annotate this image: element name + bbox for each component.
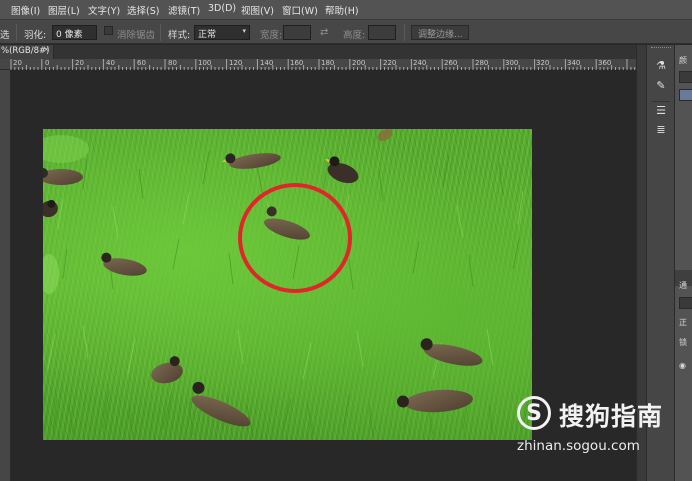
ruler-label: 320	[536, 59, 550, 67]
document-tab[interactable]: %(RGB/8#) ×	[0, 45, 54, 59]
style-label: 样式:	[168, 30, 191, 41]
chevron-down-icon: ▾	[242, 27, 246, 35]
width-input[interactable]	[283, 25, 311, 40]
width-label: 宽度:	[260, 30, 283, 41]
panel-tab-channels[interactable]: 通	[679, 280, 687, 291]
refine-edge-button[interactable]: 调整边缘...	[411, 25, 469, 40]
tool-preset-fragment[interactable]: 选	[0, 27, 10, 41]
tab-strip	[54, 45, 644, 59]
ruler-label: 160	[290, 59, 304, 67]
ruler-label: 180	[321, 59, 335, 67]
ruler-label: 20	[13, 59, 22, 67]
bird	[377, 129, 393, 141]
eye-icon[interactable]: ◉	[679, 361, 686, 370]
height-label: 高度:	[343, 30, 366, 41]
divider	[16, 24, 17, 41]
document-image[interactable]	[43, 129, 532, 440]
close-icon[interactable]: ×	[42, 45, 50, 55]
ruler-label: 220	[383, 59, 397, 67]
lock-label: 锁	[679, 338, 687, 347]
menu-help[interactable]: 帮助(H)	[325, 3, 359, 17]
watermark: S 搜狗指南 zhinan.sogou.com	[513, 394, 678, 464]
ruler-label: 260	[444, 59, 458, 67]
style-select-value: 正常	[198, 30, 217, 40]
menu-type[interactable]: 文字(Y)	[88, 3, 120, 17]
dock-grip[interactable]	[651, 47, 671, 50]
adjust-icon[interactable]: ☰	[652, 101, 670, 117]
menu-select[interactable]: 选择(S)	[127, 3, 159, 17]
antialias-checkbox[interactable]	[104, 26, 113, 35]
menu-view[interactable]: 视图(V)	[241, 3, 274, 17]
properties-icon[interactable]: ≣	[652, 123, 670, 139]
panel-tab-color[interactable]: 颜	[679, 55, 687, 66]
vertical-ruler	[0, 70, 11, 481]
swap-icon[interactable]: ⇄	[320, 27, 328, 38]
menu-layer[interactable]: 图层(L)	[48, 3, 80, 17]
brush-settings-icon[interactable]: ⚗	[652, 59, 670, 75]
ruler-label: 360	[598, 59, 612, 67]
watermark-url: zhinan.sogou.com	[517, 438, 640, 454]
swatch-box[interactable]	[679, 89, 692, 101]
menu-3d[interactable]: 3D(D)	[208, 3, 236, 14]
antialias-label: 消除锯齿	[117, 30, 156, 41]
menu-bar: 图像(I) 图层(L) 文字(Y) 选择(S) 滤镜(T) 3D(D) 视图(V…	[0, 0, 692, 19]
watermark-title: 搜狗指南	[559, 402, 664, 431]
ruler-label: 0	[45, 59, 50, 67]
bird	[151, 356, 183, 384]
ruler-label: 280	[475, 59, 489, 67]
bird	[191, 381, 251, 427]
ruler-label: 300	[505, 59, 519, 67]
bird	[101, 252, 147, 276]
ruler-label: 60	[137, 59, 146, 67]
options-bar: 选 羽化: 0 像素 消除锯齿 样式: 正常 ▾ 宽度: ⇄ 高度: 调整边缘.…	[0, 19, 692, 44]
ruler-label: 340	[567, 59, 581, 67]
feather-input[interactable]: 0 像素	[52, 25, 97, 40]
ruler-label: 20	[75, 59, 84, 67]
blur-blob	[43, 254, 59, 294]
ruler-label: 240	[413, 59, 427, 67]
ruler-label: 140	[260, 59, 274, 67]
search-field[interactable]	[679, 297, 692, 309]
bird	[264, 206, 310, 240]
logo-letter: S	[526, 401, 542, 426]
style-select[interactable]: 正常 ▾	[194, 25, 250, 40]
bird	[221, 153, 281, 169]
ruler-label: 40	[106, 59, 115, 67]
ruler-label: 100	[198, 59, 212, 67]
divider	[160, 24, 161, 41]
swatch-box[interactable]	[679, 71, 692, 83]
bird	[324, 156, 359, 184]
horizontal-ruler: 20 0 20 40 60 80 100 120 140 160 180 200…	[0, 59, 636, 70]
bird	[43, 199, 58, 218]
ruler-label: 200	[352, 59, 366, 67]
height-input[interactable]	[368, 25, 396, 40]
feather-label: 羽化:	[24, 30, 47, 41]
brush-icon[interactable]: ✎	[652, 79, 670, 95]
grass-scene	[43, 129, 530, 438]
sogou-logo-icon: S	[517, 396, 551, 430]
bird	[420, 338, 483, 366]
ruler-label: 120	[229, 59, 243, 67]
divider	[404, 24, 405, 41]
blur-blob	[43, 135, 89, 163]
ruler-label: 80	[168, 59, 177, 67]
menu-filter[interactable]: 滤镜(T)	[168, 3, 200, 17]
bird	[43, 168, 83, 185]
blend-mode[interactable]: 正	[679, 317, 687, 328]
menu-image[interactable]: 图像(I)	[11, 3, 40, 17]
menu-window[interactable]: 窗口(W)	[282, 3, 318, 17]
